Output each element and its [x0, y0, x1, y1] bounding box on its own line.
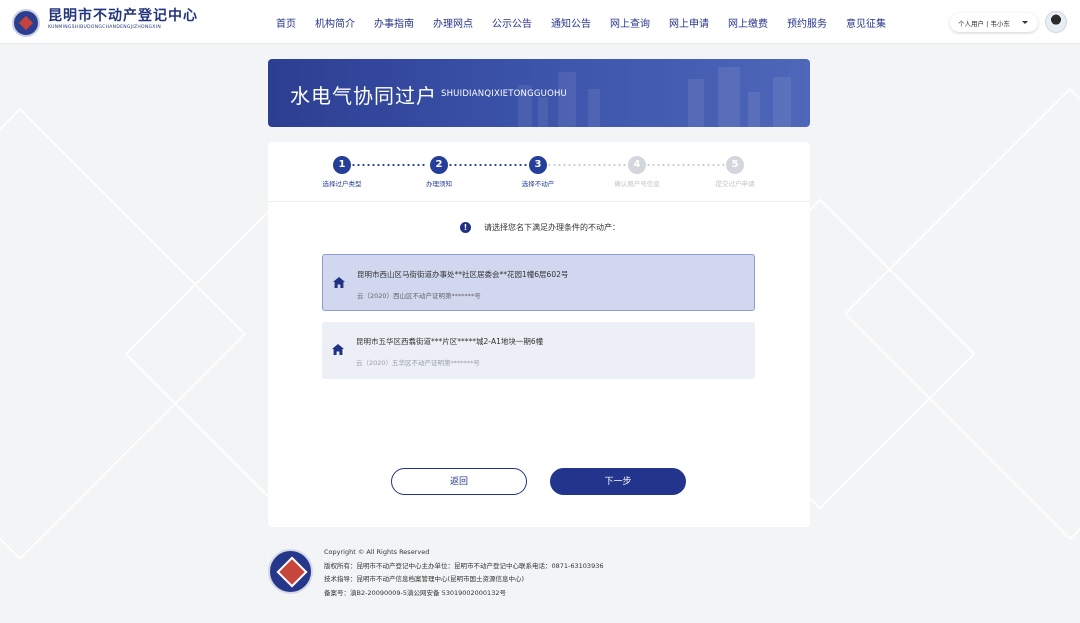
step-connector-1 [351, 164, 427, 166]
logo-icon[interactable] [12, 9, 40, 37]
step-2-circle: 2 [430, 156, 448, 174]
property-option-1[interactable]: 昆明市西山区马街街道办事处**社区居委会**花园1幢6层602号 云（2020）… [322, 254, 755, 311]
brand-name-en: KUNMINGSHIBUDONGCHANDENGJIZHONGXIN [48, 25, 161, 30]
property-address: 昆明市五华区西翥街道***片区*****城2-A1地块一期6幢 [356, 337, 544, 346]
nav-online-apply[interactable]: 网上申请 [669, 15, 709, 30]
caret-down-icon [1022, 21, 1028, 24]
step-5-circle: 5 [726, 156, 744, 174]
nav-about[interactable]: 机构简介 [315, 15, 355, 30]
main-nav: 首页 机构简介 办事指南 办理网点 公示公告 通知公告 网上查询 网上申请 网上… [276, 0, 905, 44]
page-banner: 水电气协同过户 SHUIDIANQIXIETONGGUOHU [268, 59, 810, 127]
nav-guide[interactable]: 办事指南 [374, 15, 414, 30]
nav-online-pay[interactable]: 网上缴费 [728, 15, 768, 30]
top-nav-bar: 昆明市不动产登记中心 KUNMINGSHIBUDONGCHANDENGJIZHO… [0, 0, 1080, 44]
step-5-label: 提交过户申请 [715, 180, 755, 188]
footer-tech: 技术指导：昆明市不动产信息档案管理中心(昆明市国土资源信息中心) [324, 575, 525, 583]
house-icon [333, 277, 345, 288]
user-menu-dropdown[interactable]: 个人用户 | 韦小东 [950, 13, 1038, 32]
selection-notice: ! 请选择您名下满足办理条件的不动产： [460, 222, 620, 233]
avatar[interactable] [1045, 11, 1067, 33]
nav-appointment[interactable]: 预约服务 [787, 15, 827, 30]
step-progress: 1 2 3 4 5 选择过户类型 办理须知 选择不动产 确认原户号信息 提交过户… [268, 142, 810, 202]
property-option-2[interactable]: 昆明市五华区西翥街道***片区*****城2-A1地块一期6幢 云（2020）五… [322, 322, 755, 379]
brand-name-cn: 昆明市不动产登记中心 [48, 8, 198, 24]
back-button[interactable]: 返回 [391, 468, 527, 495]
user-label: 个人用户 | 韦小东 [958, 19, 1010, 28]
step-3-label: 选择不动产 [521, 180, 555, 188]
nav-home[interactable]: 首页 [276, 15, 296, 30]
footer-owner: 版权所有：昆明市不动产登记中心主办单位：昆明市不动产登记中心联系电话：0871-… [324, 561, 604, 570]
nav-offices[interactable]: 办理网点 [433, 15, 473, 30]
step-1-circle: 1 [333, 156, 351, 174]
step-2-label: 办理须知 [426, 180, 452, 188]
main-card: 1 2 3 4 5 选择过户类型 办理须知 选择不动产 确认原户号信息 提交过户… [268, 142, 810, 527]
exclamation-icon: ! [460, 222, 471, 233]
step-4-circle: 4 [628, 156, 646, 174]
property-certificate: 云（2020）西山区不动产证明第*******号 [357, 292, 481, 300]
step-connector-2 [448, 164, 528, 166]
page-subtitle: SHUIDIANQIXIETONGGUOHU [441, 89, 567, 99]
step-connector-4 [646, 164, 726, 166]
step-3-circle: 3 [529, 156, 547, 174]
step-4-label: 确认原户号信息 [614, 180, 660, 188]
brand[interactable]: 昆明市不动产登记中心 KUNMINGSHIBUDONGCHANDENGJIZHO… [48, 8, 198, 32]
nav-notices[interactable]: 通知公告 [551, 15, 591, 30]
property-address: 昆明市西山区马街街道办事处**社区居委会**花园1幢6层602号 [357, 270, 569, 279]
footer: Copyright © All Rights Reserved 版权所有：昆明市… [324, 546, 603, 600]
house-icon [332, 344, 344, 355]
step-1-label: 选择过户类型 [322, 180, 362, 188]
footer-logo-icon [268, 549, 313, 594]
step-connector-3 [547, 164, 627, 166]
footer-icp: 备案号：滇B2-20090009-5滇公网安备 53019002000132号 [324, 588, 506, 597]
notice-text: 请选择您名下满足办理条件的不动产： [484, 223, 620, 232]
nav-publicity[interactable]: 公示公告 [492, 15, 532, 30]
page-title: 水电气协同过户 [290, 84, 437, 108]
next-step-button[interactable]: 下一步 [550, 468, 686, 495]
property-certificate: 云（2020）五华区不动产证明第*******号 [356, 359, 480, 367]
footer-copyright: Copyright © All Rights Reserved [324, 548, 430, 556]
nav-feedback[interactable]: 意见征集 [846, 15, 886, 30]
nav-online-query[interactable]: 网上查询 [610, 15, 650, 30]
